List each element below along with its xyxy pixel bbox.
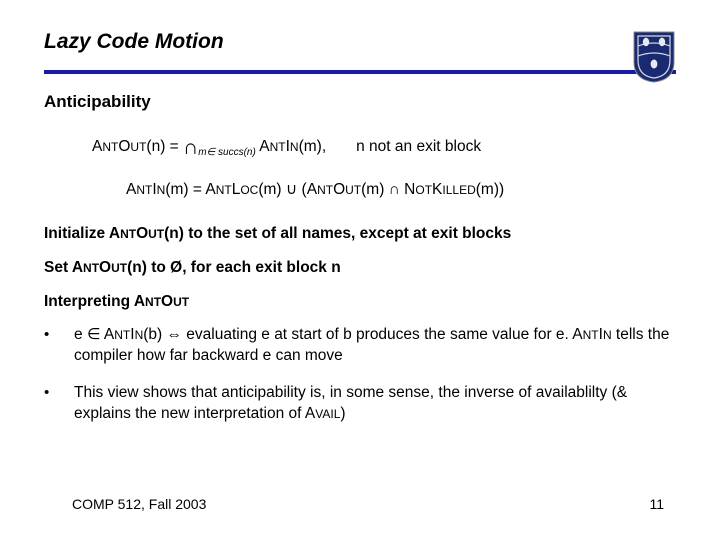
intersection-icon: ∩	[183, 135, 198, 159]
page-title: Lazy Code Motion	[44, 30, 224, 54]
bullet-2: This view shows that anticipability is, …	[44, 383, 676, 425]
page-number: 11	[649, 496, 664, 512]
set-text: Set ANTOUT(n) to Ø, for each exit block …	[44, 259, 676, 277]
section-heading: Anticipability	[44, 92, 676, 112]
equation-antout: ANTOUT(n) = ∩m∈ succs(n) ANTIN(m),n not …	[92, 132, 676, 158]
crest-logo	[632, 30, 676, 84]
initialize-text: Initialize ANTOUT(n) to the set of all n…	[44, 225, 676, 243]
title-divider	[44, 70, 676, 74]
equation-antin: ANTIN(m) = ANTLOC(m) ∪ (ANTOUT(m) ∩ NOTK…	[126, 180, 676, 199]
bullet-1: e ∈ ANTIN(b) ⇔ evaluating e at start of …	[44, 325, 676, 367]
footer-course: COMP 512, Fall 2003	[72, 496, 206, 512]
interpreting-heading: Interpreting ANTOUT	[44, 293, 676, 311]
